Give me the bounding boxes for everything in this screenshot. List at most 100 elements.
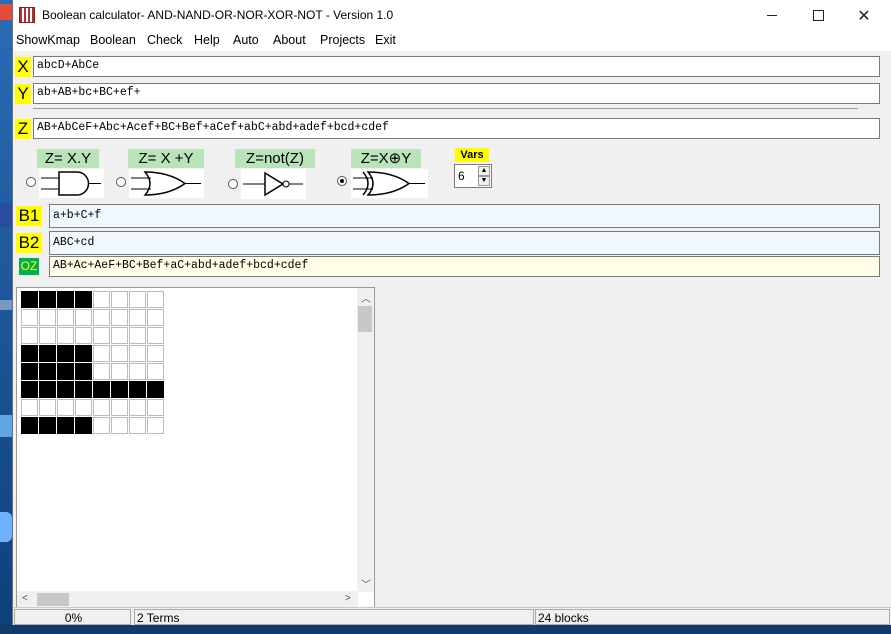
minimize-button[interactable] <box>749 0 795 31</box>
kmap-cell[interactable] <box>39 363 56 380</box>
kmap-cell[interactable] <box>21 291 38 308</box>
and-radio[interactable] <box>26 177 36 187</box>
spin-down-icon[interactable]: ▼ <box>478 176 490 186</box>
kmap-cell[interactable] <box>93 309 110 326</box>
kmap-cell[interactable] <box>75 291 92 308</box>
menu-showkmap[interactable]: ShowKmap <box>16 33 80 47</box>
kmap-cell[interactable] <box>147 363 164 380</box>
kmap-cell[interactable] <box>57 327 74 344</box>
kmap-cell[interactable] <box>21 417 38 434</box>
kmap-cell[interactable] <box>93 417 110 434</box>
kmap-cell[interactable] <box>39 327 56 344</box>
kmap-cell[interactable] <box>129 363 146 380</box>
scroll-down-icon[interactable]: ﹀ <box>361 576 371 591</box>
kmap-pane: ︿ ﹀ < > <box>16 287 375 609</box>
menu-exit[interactable]: Exit <box>375 33 396 47</box>
kmap-cell[interactable] <box>129 291 146 308</box>
kmap-cell[interactable] <box>75 363 92 380</box>
kmap-cell[interactable] <box>129 399 146 416</box>
kmap-cell[interactable] <box>75 399 92 416</box>
z-input[interactable]: AB+AbCeF+Abc+Acef+BC+Bef+aCef+abC+abd+ad… <box>33 118 880 139</box>
spin-up-icon[interactable]: ▲ <box>478 166 490 176</box>
kmap-cell[interactable] <box>57 399 74 416</box>
b2-input[interactable]: ABC+cd <box>49 231 880 255</box>
kmap-cell[interactable] <box>21 363 38 380</box>
kmap-cell[interactable] <box>129 381 146 398</box>
kmap-cell[interactable] <box>39 345 56 362</box>
kmap-cell[interactable] <box>75 417 92 434</box>
xor-radio[interactable] <box>337 176 347 186</box>
menu-auto[interactable]: Auto <box>233 33 259 47</box>
kmap-cell[interactable] <box>129 309 146 326</box>
kmap-cell[interactable] <box>147 345 164 362</box>
kmap-cell[interactable] <box>39 417 56 434</box>
kmap-cell[interactable] <box>129 327 146 344</box>
kmap-cell[interactable] <box>21 345 38 362</box>
kmap-cell[interactable] <box>57 345 74 362</box>
vertical-scrollbar[interactable]: ︿ ﹀ <box>357 288 374 592</box>
kmap-cell[interactable] <box>111 327 128 344</box>
scroll-up-icon[interactable]: ︿ <box>361 290 371 305</box>
or-radio[interactable] <box>116 177 126 187</box>
desktop-icon <box>0 203 12 227</box>
kmap-cell[interactable] <box>147 291 164 308</box>
vertical-scroll-thumb[interactable] <box>358 306 372 332</box>
kmap-cell[interactable] <box>57 381 74 398</box>
kmap-cell[interactable] <box>21 399 38 416</box>
kmap-cell[interactable] <box>93 327 110 344</box>
kmap-cell[interactable] <box>57 309 74 326</box>
kmap-cell[interactable] <box>57 363 74 380</box>
y-input[interactable]: ab+AB+bc+BC+ef+ <box>33 83 880 104</box>
menu-about[interactable]: About <box>273 33 306 47</box>
kmap-cell[interactable] <box>75 327 92 344</box>
kmap-cell[interactable] <box>147 381 164 398</box>
kmap-cell[interactable] <box>21 327 38 344</box>
scroll-right-icon[interactable]: > <box>345 593 351 604</box>
vars-spinner[interactable]: 6 ▲ ▼ <box>454 164 492 188</box>
kmap-cell[interactable] <box>147 309 164 326</box>
kmap-cell[interactable] <box>39 399 56 416</box>
kmap-cell[interactable] <box>93 345 110 362</box>
kmap-cell[interactable] <box>93 291 110 308</box>
maximize-button[interactable] <box>795 0 841 31</box>
kmap-cell[interactable] <box>39 309 56 326</box>
kmap-cell[interactable] <box>129 417 146 434</box>
menu-help[interactable]: Help <box>194 33 220 47</box>
vars-value[interactable]: 6 <box>458 169 465 183</box>
b1-input[interactable]: a+b+C+f <box>49 204 880 228</box>
kmap-cell[interactable] <box>111 291 128 308</box>
blocks-status: 24 blocks <box>535 609 890 625</box>
kmap-cell[interactable] <box>147 417 164 434</box>
menu-check[interactable]: Check <box>147 33 182 47</box>
x-input[interactable]: abcD+AbCe <box>33 56 880 77</box>
kmap-cell[interactable] <box>57 417 74 434</box>
kmap-cell[interactable] <box>21 309 38 326</box>
close-button[interactable]: ✕ <box>841 0 887 31</box>
kmap-cell[interactable] <box>57 291 74 308</box>
kmap-cell[interactable] <box>75 381 92 398</box>
not-radio[interactable] <box>228 179 238 189</box>
kmap-cell[interactable] <box>75 345 92 362</box>
menu-boolean[interactable]: Boolean <box>90 33 136 47</box>
horizontal-scroll-thumb[interactable] <box>37 593 69 606</box>
kmap-cell[interactable] <box>111 417 128 434</box>
kmap-cell[interactable] <box>75 309 92 326</box>
menu-projects[interactable]: Projects <box>320 33 365 47</box>
scroll-left-icon[interactable]: < <box>22 593 28 604</box>
kmap-cell[interactable] <box>111 309 128 326</box>
kmap-cell[interactable] <box>129 345 146 362</box>
kmap-cell[interactable] <box>93 399 110 416</box>
kmap-cell[interactable] <box>111 363 128 380</box>
app-window: Boolean calculator- AND-NAND-OR-NOR-XOR-… <box>12 0 891 634</box>
kmap-cell[interactable] <box>147 399 164 416</box>
kmap-cell[interactable] <box>111 399 128 416</box>
kmap-cell[interactable] <box>93 381 110 398</box>
kmap-cell[interactable] <box>111 345 128 362</box>
kmap-cell[interactable] <box>21 381 38 398</box>
horizontal-scrollbar[interactable]: < > <box>17 591 358 608</box>
kmap-cell[interactable] <box>39 291 56 308</box>
kmap-cell[interactable] <box>147 327 164 344</box>
kmap-cell[interactable] <box>111 381 128 398</box>
kmap-cell[interactable] <box>39 381 56 398</box>
kmap-cell[interactable] <box>93 363 110 380</box>
